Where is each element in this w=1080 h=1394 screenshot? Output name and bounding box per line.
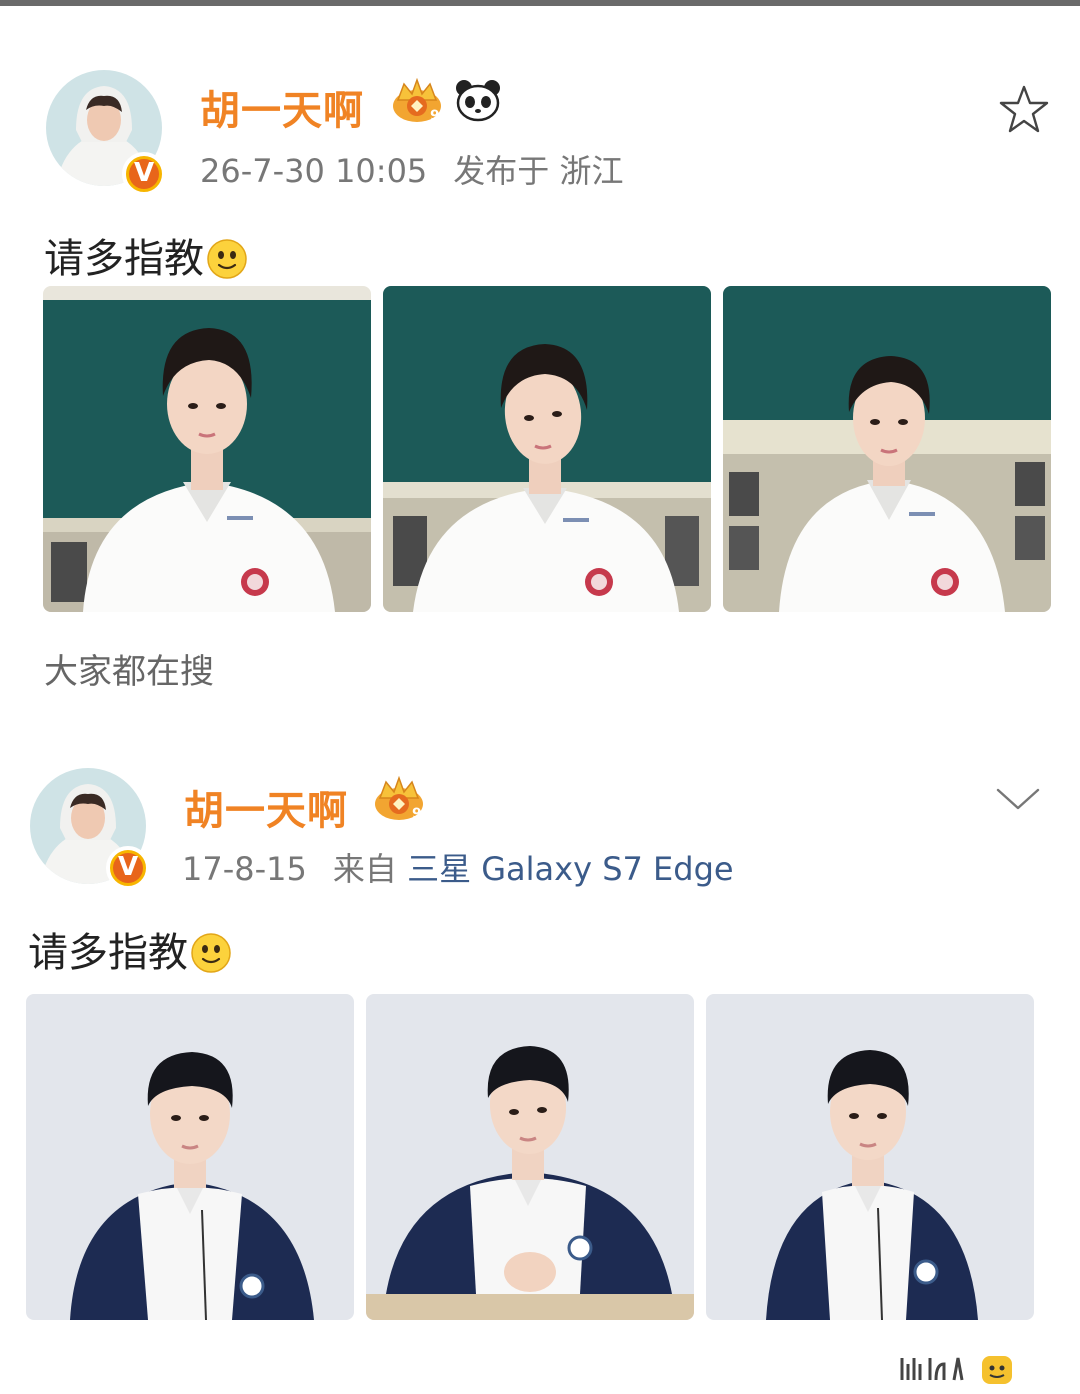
crown-level-9-icon[interactable]: 9 [390,78,444,124]
smile-emoji-icon [191,933,231,973]
watermark-logo-icon [900,1356,1012,1384]
crown-level-9-icon[interactable]: 9 [372,776,426,822]
post-text: 请多指教 [28,920,232,978]
post-photo-2[interactable] [366,994,694,1320]
trending-search-label[interactable]: 大家都在搜 [44,644,214,693]
smile-emoji-icon [207,239,247,279]
post-photo-3[interactable] [723,286,1051,612]
verified-badge-icon: V [106,846,150,890]
location: 发布于 浙江 [453,152,624,190]
weibo-post-2: V 胡一天啊 9 17-8-15 来自 三星 Galaxy S7 Edge 请多指… [0,760,1080,1360]
post-photo-2[interactable] [383,286,711,612]
user-name[interactable]: 胡一天啊 [184,778,348,836]
post-photo-1[interactable] [26,994,354,1320]
post-meta: 26-7-30 10:05 发布于 浙江 [200,146,623,192]
verified-badge-icon: V [122,152,166,196]
device-link[interactable]: 三星 Galaxy S7 Edge [407,850,734,888]
post-meta: 17-8-15 来自 三星 Galaxy S7 Edge [182,844,734,890]
svg-text:9: 9 [430,108,440,124]
top-edge-bar [0,0,1080,6]
source-prefix: 来自 [332,850,397,888]
post-photo-1[interactable] [43,286,371,612]
weibo-post-1: V 胡一天啊 9 26-7-30 10:05 发布于 浙江 请多指教 大家都在搜 [0,60,1080,700]
timestamp: 26-7-30 10:05 [200,152,428,190]
post-text: 请多指教 [44,226,248,284]
timestamp: 17-8-15 [182,850,307,888]
svg-text:9: 9 [412,806,422,822]
panda-icon[interactable] [454,78,502,122]
user-name[interactable]: 胡一天啊 [200,78,364,136]
chevron-down-icon[interactable] [994,780,1042,816]
star-icon[interactable] [998,84,1050,134]
post-photo-3[interactable] [706,994,1034,1320]
